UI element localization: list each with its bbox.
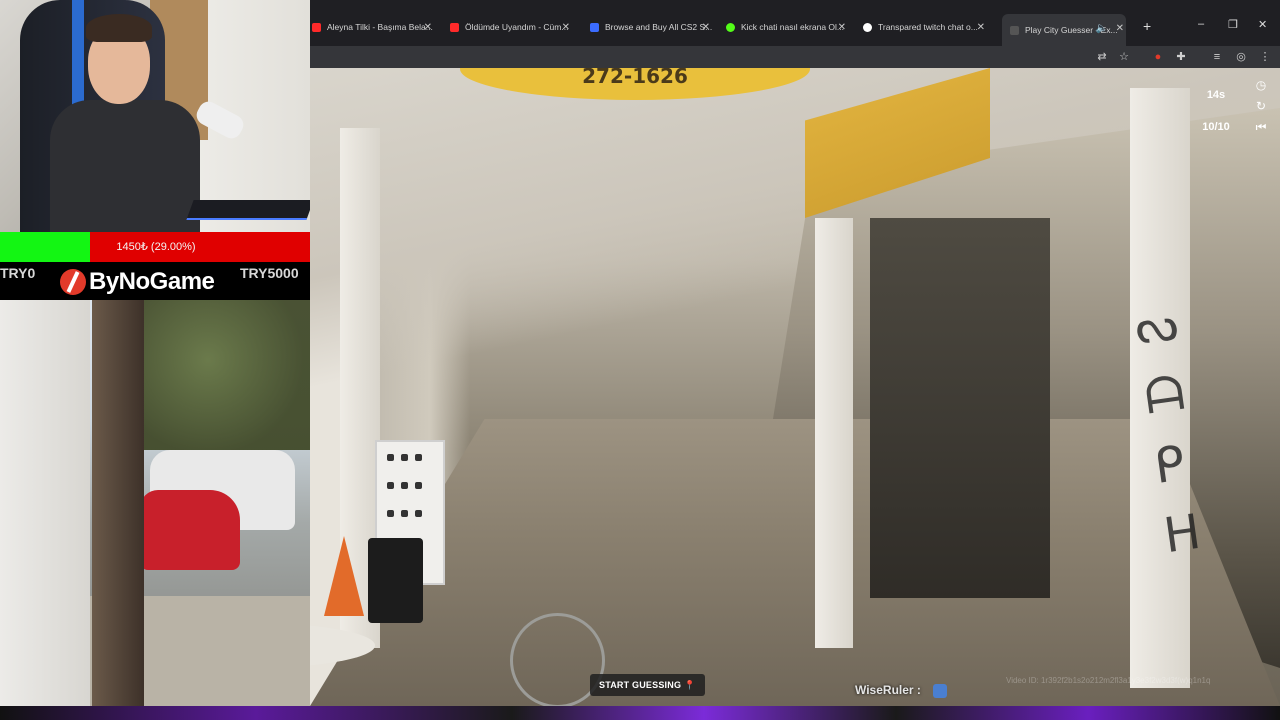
tab-kick-chat[interactable]: Kick chati nasıl ekrana Ol... ✕ xyxy=(726,16,848,38)
tab-label: Öldümde Uyandım - Cüm... xyxy=(465,22,569,32)
keyboard xyxy=(186,200,310,220)
cityguesser-icon xyxy=(1010,25,1019,35)
tree xyxy=(140,300,310,450)
tab-label: Aleyna Tilki - Başıma Bela... xyxy=(327,22,433,32)
tab-browse-cs2[interactable]: Browse and Buy All CS2 S... ✕ xyxy=(590,16,712,38)
traffic-cone xyxy=(324,536,364,616)
screen: 1450₺ (29.00%) TRY0 TRY5000 ByNoGame Ale… xyxy=(0,0,1280,720)
media-control-icon[interactable]: ≡ xyxy=(1210,50,1224,64)
profile-icon[interactable]: ◎ xyxy=(1234,50,1248,64)
site-icon xyxy=(590,22,599,32)
pillar xyxy=(815,218,853,648)
close-icon[interactable]: ✕ xyxy=(562,22,570,33)
close-icon[interactable]: ✕ xyxy=(838,22,846,33)
minimize-button[interactable]: – xyxy=(1198,18,1204,30)
trash-bin xyxy=(368,538,423,623)
replay-icon[interactable]: ↻ xyxy=(1253,98,1269,114)
extension-badge-icon[interactable]: ● xyxy=(1151,50,1165,64)
bottom-overlay-band xyxy=(0,706,1280,720)
storefront-interior xyxy=(870,218,1050,598)
white-wall xyxy=(0,300,90,706)
city-guesser-video[interactable]: 272-1626 ᔓᗩᑭᕼ xyxy=(310,68,1280,706)
goal-end-label: TRY5000 xyxy=(240,265,299,281)
round-timer: 14s xyxy=(1206,89,1226,101)
tab-label: Kick chati nasıl ekrana Ol... xyxy=(741,22,844,32)
new-tab-button[interactable]: + xyxy=(1143,18,1151,34)
browser-tab-bar: Aleyna Tilki - Başıma Bela... ✕ Öldümde … xyxy=(310,0,1280,46)
start-guessing-label: START GUESSING xyxy=(599,680,682,690)
chat-username: WiseRuler : xyxy=(855,683,921,697)
close-icon[interactable]: ✕ xyxy=(977,22,985,33)
extensions-icon[interactable]: ✚ xyxy=(1174,50,1188,64)
bookmark-star-icon[interactable]: ☆ xyxy=(1117,50,1131,64)
bynogame-logo: ByNoGame xyxy=(60,264,215,300)
tab-transparent-twitch-chat[interactable]: Transpared twitch chat o... ✕ xyxy=(863,16,987,38)
video-id-watermark: Video ID: 1r392f2b1s2o212m2fl3a1y3e3f2w3… xyxy=(1006,676,1211,685)
clock-icon[interactable]: ◷ xyxy=(1253,77,1269,93)
bynogame-icon xyxy=(60,269,86,295)
donation-goal-bar: 1450₺ (29.00%) xyxy=(0,232,312,262)
youtube-icon xyxy=(312,22,321,32)
tab-play-city-guesser[interactable]: Play City Guesser - Ex... 🔈 ✕ xyxy=(1002,14,1126,46)
streamer-hair xyxy=(86,14,152,42)
tab-oldumde-uyandim[interactable]: Öldümde Uyandım - Cüm... ✕ xyxy=(450,16,572,38)
close-window-button[interactable]: ✕ xyxy=(1258,18,1267,31)
map-pin-icon: 📍 xyxy=(684,680,696,690)
wooden-pole xyxy=(92,300,144,706)
chat-emote-icon xyxy=(933,684,947,698)
tab-label: Browse and Buy All CS2 S... xyxy=(605,22,712,32)
speaker-icon[interactable]: 🔈 xyxy=(1096,23,1108,34)
tab-label: Transpared twitch chat o... xyxy=(878,22,978,32)
bynogame-wordmark: ByNoGame xyxy=(89,268,215,295)
kick-icon xyxy=(726,22,735,32)
close-icon[interactable]: ✕ xyxy=(1116,23,1124,34)
left-street-scene xyxy=(0,300,310,706)
maximize-button[interactable]: ❐ xyxy=(1228,18,1238,31)
browser-toolbar: ⇄ ☆ ● ✚ ≡ ◎ ⋮ xyxy=(310,46,1280,68)
webcam-feed xyxy=(0,0,310,232)
streamer-body xyxy=(50,100,200,232)
youtube-icon xyxy=(450,22,459,32)
rewind-icon[interactable]: ⏮ xyxy=(1253,119,1269,135)
donation-goal-text: 1450₺ (29.00%) xyxy=(116,241,196,253)
tab-aleyna-tilki[interactable]: Aleyna Tilki - Başıma Bela... ✕ xyxy=(312,16,434,38)
close-icon[interactable]: ✕ xyxy=(702,22,710,33)
start-guessing-button[interactable]: START GUESSING 📍 xyxy=(590,674,705,696)
round-counter: 10/10 xyxy=(1202,121,1230,133)
translate-icon[interactable]: ⇄ xyxy=(1095,50,1109,64)
red-car xyxy=(140,490,240,570)
menu-icon[interactable]: ⋮ xyxy=(1258,50,1272,64)
goal-start-label: TRY0 xyxy=(0,265,36,281)
google-icon xyxy=(863,22,872,32)
close-icon[interactable]: ✕ xyxy=(424,22,432,33)
